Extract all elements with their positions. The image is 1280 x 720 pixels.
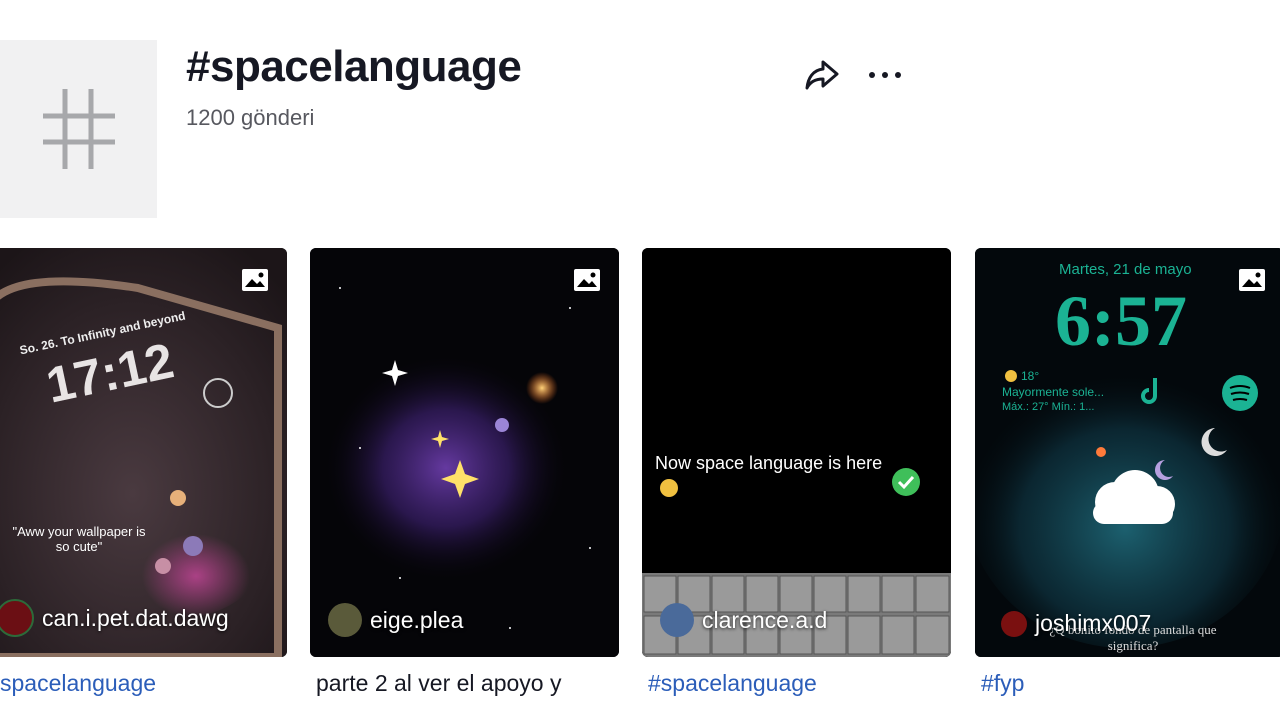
avatar	[328, 603, 362, 637]
card-3-caption-link[interactable]: #spacelanguage	[648, 670, 938, 697]
share-button[interactable]	[803, 56, 841, 94]
page-title: #spacelanguage	[186, 42, 522, 91]
card-2-caption: parte 2 al ver el apoyo y	[316, 670, 562, 696]
card-3-user: clarence.a.d	[660, 603, 827, 637]
more-options-button[interactable]	[866, 56, 904, 94]
hashtag-icon	[42, 89, 115, 169]
post-count: 1200 gönderi	[186, 105, 315, 130]
photo-icon	[242, 269, 268, 291]
card-1-caption-link[interactable]: spacelanguage	[0, 670, 290, 697]
card-2-thumbnail	[310, 248, 619, 657]
card-3-username: clarence.a.d	[702, 606, 828, 633]
card-2-username: eige.plea	[370, 606, 464, 633]
share-arrow-icon	[805, 60, 839, 90]
card-4-time: 6:57	[1055, 281, 1187, 361]
avatar	[1001, 610, 1027, 637]
hashtag-cover	[0, 40, 157, 218]
card-1-thumbnail	[0, 248, 287, 657]
card-2-user: eige.plea	[328, 603, 463, 637]
video-card-2[interactable]: eige.plea	[310, 248, 619, 657]
card-1-username: can.i.pet.dat.dawg	[42, 604, 229, 631]
video-card-1[interactable]: So. 26. To Infinity and beyond 17:12 "Aw…	[0, 248, 287, 657]
photo-icon	[1239, 269, 1265, 291]
card-4-caption-link[interactable]: #fyp	[981, 670, 1271, 697]
card-1-user: can.i.pet.dat.dawg	[0, 599, 229, 637]
card-4-username: joshimx007	[1035, 610, 1152, 636]
more-dots-icon	[869, 72, 901, 78]
card-1-quote: "Aww your wallpaper is so cute"	[12, 524, 146, 554]
video-card-4[interactable]: Martes, 21 de mayo 6:57 18° Mayormente s…	[975, 248, 1280, 657]
card-4-minmax: Máx.: 27° Mín.: 1...	[1002, 401, 1095, 413]
card-4-temp: 18°	[1021, 369, 1040, 383]
avatar	[660, 603, 694, 637]
card-4-user: joshimx007	[1001, 610, 1151, 637]
card-4-weather: Mayormente sole...	[1002, 385, 1105, 399]
avatar	[0, 599, 34, 637]
card-4-date: Martes, 21 de mayo	[1059, 261, 1192, 278]
card-3-overlay-text: Now space language is here	[655, 453, 883, 473]
photo-icon	[574, 269, 600, 291]
video-card-3[interactable]: Now space language is here clarence.a.d	[642, 248, 951, 657]
